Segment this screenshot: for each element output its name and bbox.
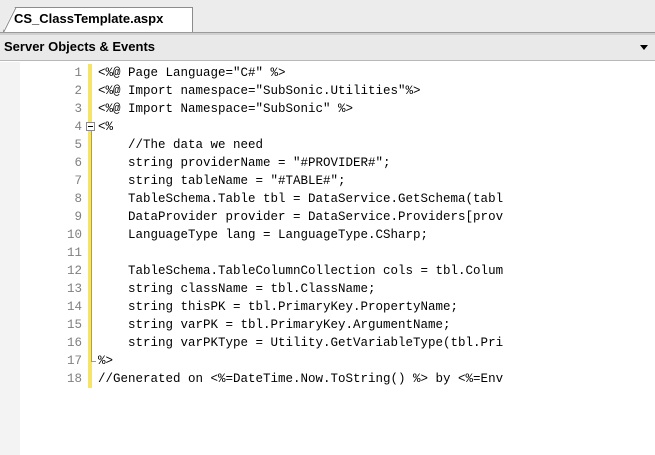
outline-rail: [91, 131, 92, 361]
line-number: 16: [66, 336, 82, 350]
code-text: //Generated on <%=DateTime.Now.ToString(…: [98, 372, 504, 386]
code-line[interactable]: 1 <%@ Page Language="C#" %>: [0, 64, 655, 82]
code-text: TableSchema.Table tbl = DataService.GetS…: [98, 192, 504, 206]
code-line[interactable]: 13 string className = tbl.ClassName;: [0, 280, 655, 298]
outline-end: [91, 361, 96, 362]
code-text: <%@ Page Language="C#" %>: [98, 66, 286, 80]
code-text: <%: [98, 120, 114, 134]
code-line[interactable]: 15 string varPK = tbl.PrimaryKey.Argumen…: [0, 316, 655, 334]
code-text: TableSchema.TableColumnCollection cols =…: [98, 264, 504, 278]
code-line[interactable]: 10 LanguageType lang = LanguageType.CSha…: [0, 226, 655, 244]
code-text: LanguageType lang = LanguageType.CSharp;: [98, 228, 429, 242]
code-text: //The data we need: [98, 138, 264, 152]
document-tab-label: CS_ClassTemplate.aspx: [14, 11, 164, 26]
code-line[interactable]: 7 string tableName = "#TABLE#";: [0, 172, 655, 190]
code-line[interactable]: 2 <%@ Import namespace="SubSonic.Utilitie…: [0, 82, 655, 100]
line-number: 14: [66, 300, 82, 314]
code-line[interactable]: 12 TableSchema.TableColumnCollection col…: [0, 262, 655, 280]
code-line[interactable]: 14 string thisPK = tbl.PrimaryKey.Proper…: [0, 298, 655, 316]
line-number: 2: [74, 84, 82, 98]
collapse-icon[interactable]: [86, 122, 95, 131]
code-line[interactable]: 17 %>: [0, 352, 655, 370]
code-text: DataProvider provider = DataService.Prov…: [98, 210, 504, 224]
document-tab-strip: CS_ClassTemplate.aspx: [0, 0, 655, 33]
code-line[interactable]: 9 DataProvider provider = DataService.Pr…: [0, 208, 655, 226]
line-number: 9: [74, 210, 82, 224]
code-text: <%@ Import Namespace="SubSonic" %>: [98, 102, 354, 116]
code-text: string varPKType = Utility.GetVariableTy…: [98, 336, 504, 350]
line-number: 17: [66, 354, 82, 368]
code-editor[interactable]: 1 <%@ Page Language="C#" %> 2 <%@ Import na…: [0, 62, 655, 455]
line-number: 6: [74, 156, 82, 170]
code-text: string thisPK = tbl.PrimaryKey.PropertyN…: [98, 300, 459, 314]
code-text: <%@ Import namespace="SubSonic.Utilities…: [98, 84, 421, 98]
code-line[interactable]: 5 //The data we need: [0, 136, 655, 154]
line-number: 15: [66, 318, 82, 332]
line-number: 11: [66, 246, 82, 260]
code-text: string className = tbl.ClassName;: [98, 282, 376, 296]
change-marker: [88, 370, 92, 388]
change-marker: [88, 100, 92, 118]
line-number: 8: [74, 192, 82, 206]
change-marker: [88, 82, 92, 100]
line-number: 4: [74, 120, 82, 134]
line-number: 3: [74, 102, 82, 116]
code-line[interactable]: 6 string providerName = "#PROVIDER#";: [0, 154, 655, 172]
code-line[interactable]: 3 <%@ Import Namespace="SubSonic" %>: [0, 100, 655, 118]
server-objects-label: Server Objects & Events: [4, 39, 156, 54]
server-objects-dropdown[interactable]: Server Objects & Events: [0, 35, 655, 61]
chevron-down-icon[interactable]: [640, 45, 648, 50]
code-line[interactable]: 4 <%: [0, 118, 655, 136]
line-number: 10: [66, 228, 82, 242]
line-number: 5: [74, 138, 82, 152]
code-line[interactable]: 16 string varPKType = Utility.GetVariabl…: [0, 334, 655, 352]
line-number: 1: [74, 66, 82, 80]
document-tab[interactable]: CS_ClassTemplate.aspx: [3, 7, 193, 33]
code-text: string varPK = tbl.PrimaryKey.ArgumentNa…: [98, 318, 451, 332]
code-text: string tableName = "#TABLE#";: [98, 174, 346, 188]
change-marker: [88, 64, 92, 82]
line-number: 13: [66, 282, 82, 296]
line-number: 7: [74, 174, 82, 188]
line-number: 18: [66, 372, 82, 386]
code-text: string providerName = "#PROVIDER#";: [98, 156, 391, 170]
code-line[interactable]: 11: [0, 244, 655, 262]
code-line[interactable]: 18 //Generated on <%=DateTime.Now.ToStrin…: [0, 370, 655, 388]
code-text: %>: [98, 354, 114, 368]
line-number: 12: [66, 264, 82, 278]
code-line[interactable]: 8 TableSchema.Table tbl = DataService.Ge…: [0, 190, 655, 208]
